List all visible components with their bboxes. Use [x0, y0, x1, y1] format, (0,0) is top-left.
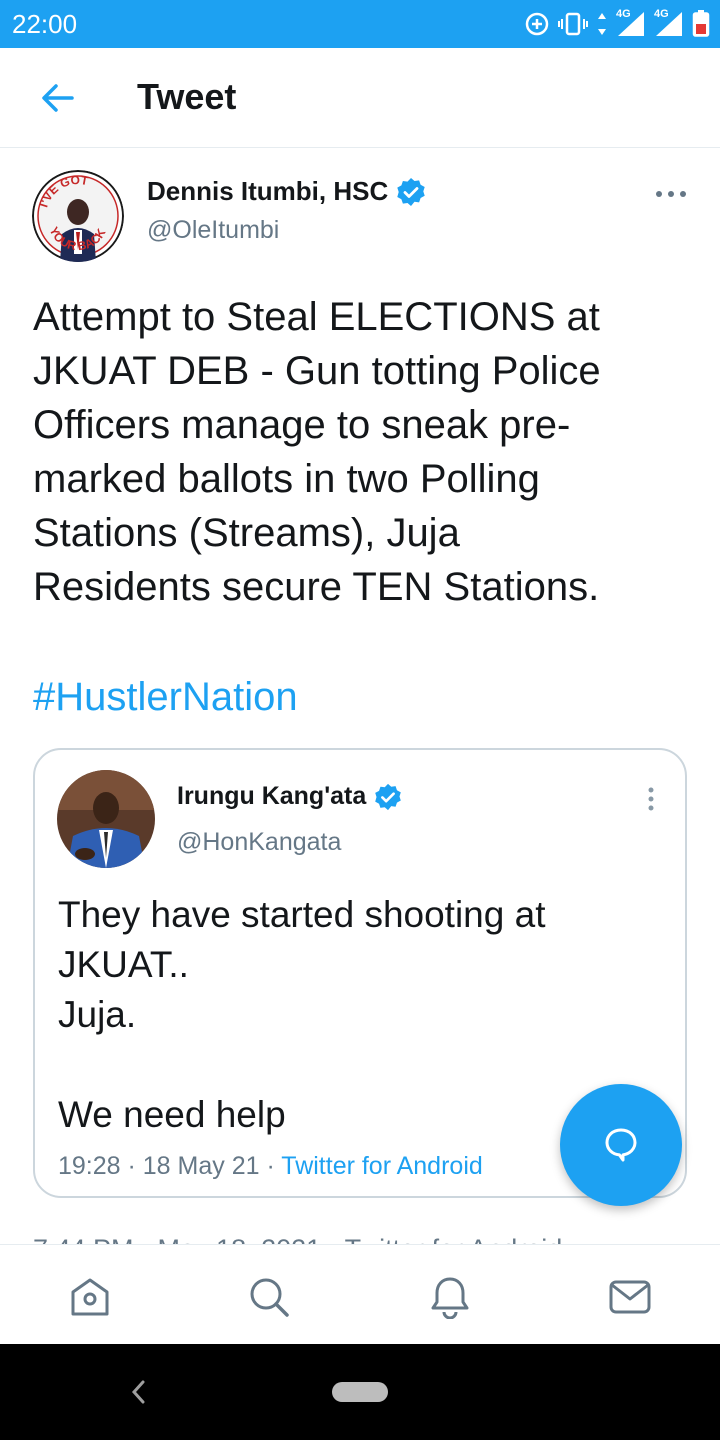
author-avatar[interactable]: I'VE GOT YOUR BACK	[32, 170, 124, 262]
signal-icon: 4G	[616, 8, 646, 38]
meta-separator: ·	[259, 1152, 282, 1180]
page-title: Tweet	[137, 76, 237, 117]
nav-messages-button[interactable]	[608, 1275, 652, 1319]
quoted-source-link[interactable]: Twitter for Android	[281, 1152, 482, 1180]
quoted-author-row: Irungu Kang'ata	[177, 782, 402, 811]
tweet-text-line: Residents secure TEN Stations.	[33, 565, 600, 609]
notifications-icon	[431, 1277, 469, 1320]
author-row: Dennis Itumbi, HSC	[147, 176, 426, 207]
verified-badge-icon	[375, 783, 402, 810]
quoted-time: 19:28	[58, 1152, 121, 1180]
reply-fab-button[interactable]	[560, 1084, 682, 1206]
data-arrows-icon	[598, 13, 606, 35]
quoted-author-avatar	[57, 770, 155, 868]
status-bar: 22:00 4G 4G	[0, 0, 720, 48]
home-icon	[71, 1278, 109, 1316]
quoted-tweet-meta: 19:28 · 18 May 21 · Twitter for Android	[58, 1152, 483, 1181]
quoted-text-line: JKUAT..	[58, 944, 189, 985]
meta-separator: ·	[120, 1152, 143, 1180]
more-horizontal-icon	[656, 191, 686, 197]
system-home-button[interactable]	[332, 1382, 388, 1402]
network-label: 4G	[654, 8, 669, 20]
data-saver-icon	[525, 12, 549, 36]
arrow-left-icon	[42, 84, 74, 112]
back-button[interactable]	[36, 76, 80, 120]
more-options-button[interactable]	[654, 183, 688, 205]
system-nav-bar	[0, 1344, 720, 1440]
bottom-nav	[0, 1244, 720, 1344]
system-back-button[interactable]	[128, 1378, 148, 1406]
quoted-author-handle: @HonKangata	[177, 828, 342, 856]
network-label: 4G	[616, 8, 631, 20]
tweet-text-line: marked ballots in two Polling	[33, 457, 540, 501]
quoted-author-name: Irungu Kang'ata	[177, 782, 367, 810]
tweet-text-line: Stations (Streams), Juja	[33, 511, 460, 555]
chevron-left-icon	[131, 1380, 145, 1404]
avatar-image	[57, 770, 155, 868]
author-handle[interactable]: @OleItumbi	[147, 216, 279, 245]
messages-icon	[609, 1280, 651, 1314]
hashtag-link[interactable]: #HustlerNation	[33, 670, 298, 724]
search-icon	[250, 1278, 289, 1317]
status-icons: 4G 4G	[524, 8, 710, 39]
avatar-image: I'VE GOT YOUR BACK	[32, 170, 124, 262]
tweet-text-line: Attempt to Steal ELECTIONS at	[33, 295, 600, 339]
nav-search-button[interactable]	[247, 1275, 291, 1319]
vibrate-icon	[558, 12, 588, 36]
nav-notifications-button[interactable]	[428, 1275, 472, 1320]
quoted-more-icon	[645, 786, 657, 812]
quoted-text-line: They have started shooting at	[58, 894, 546, 935]
tweet-timestamp: 7:44 PM · May 18, 2021 · Twitter for And…	[33, 1230, 562, 1244]
author-name[interactable]: Dennis Itumbi, HSC	[147, 176, 388, 207]
nav-home-button[interactable]	[68, 1275, 112, 1319]
signal-icon: 4G	[654, 8, 684, 38]
quoted-tweet-text: They have started shooting at JKUAT.. Ju…	[58, 890, 658, 1140]
tweet-text: Attempt to Steal ELECTIONS at JKUAT DEB …	[33, 290, 693, 614]
verified-badge-icon	[397, 177, 425, 206]
quoted-text-line: Juja.	[58, 994, 137, 1035]
app-header: Tweet	[0, 48, 720, 148]
tweet-text-line: Officers manage to sneak pre-	[33, 403, 571, 447]
quoted-date: 18 May 21	[142, 1152, 260, 1180]
quoted-text-line	[58, 1040, 658, 1090]
status-time: 22:00	[12, 9, 78, 39]
reply-bubble-icon	[605, 1128, 637, 1162]
tweet-text-line: JKUAT DEB - Gun totting Police	[33, 349, 601, 393]
battery-icon	[692, 10, 710, 37]
